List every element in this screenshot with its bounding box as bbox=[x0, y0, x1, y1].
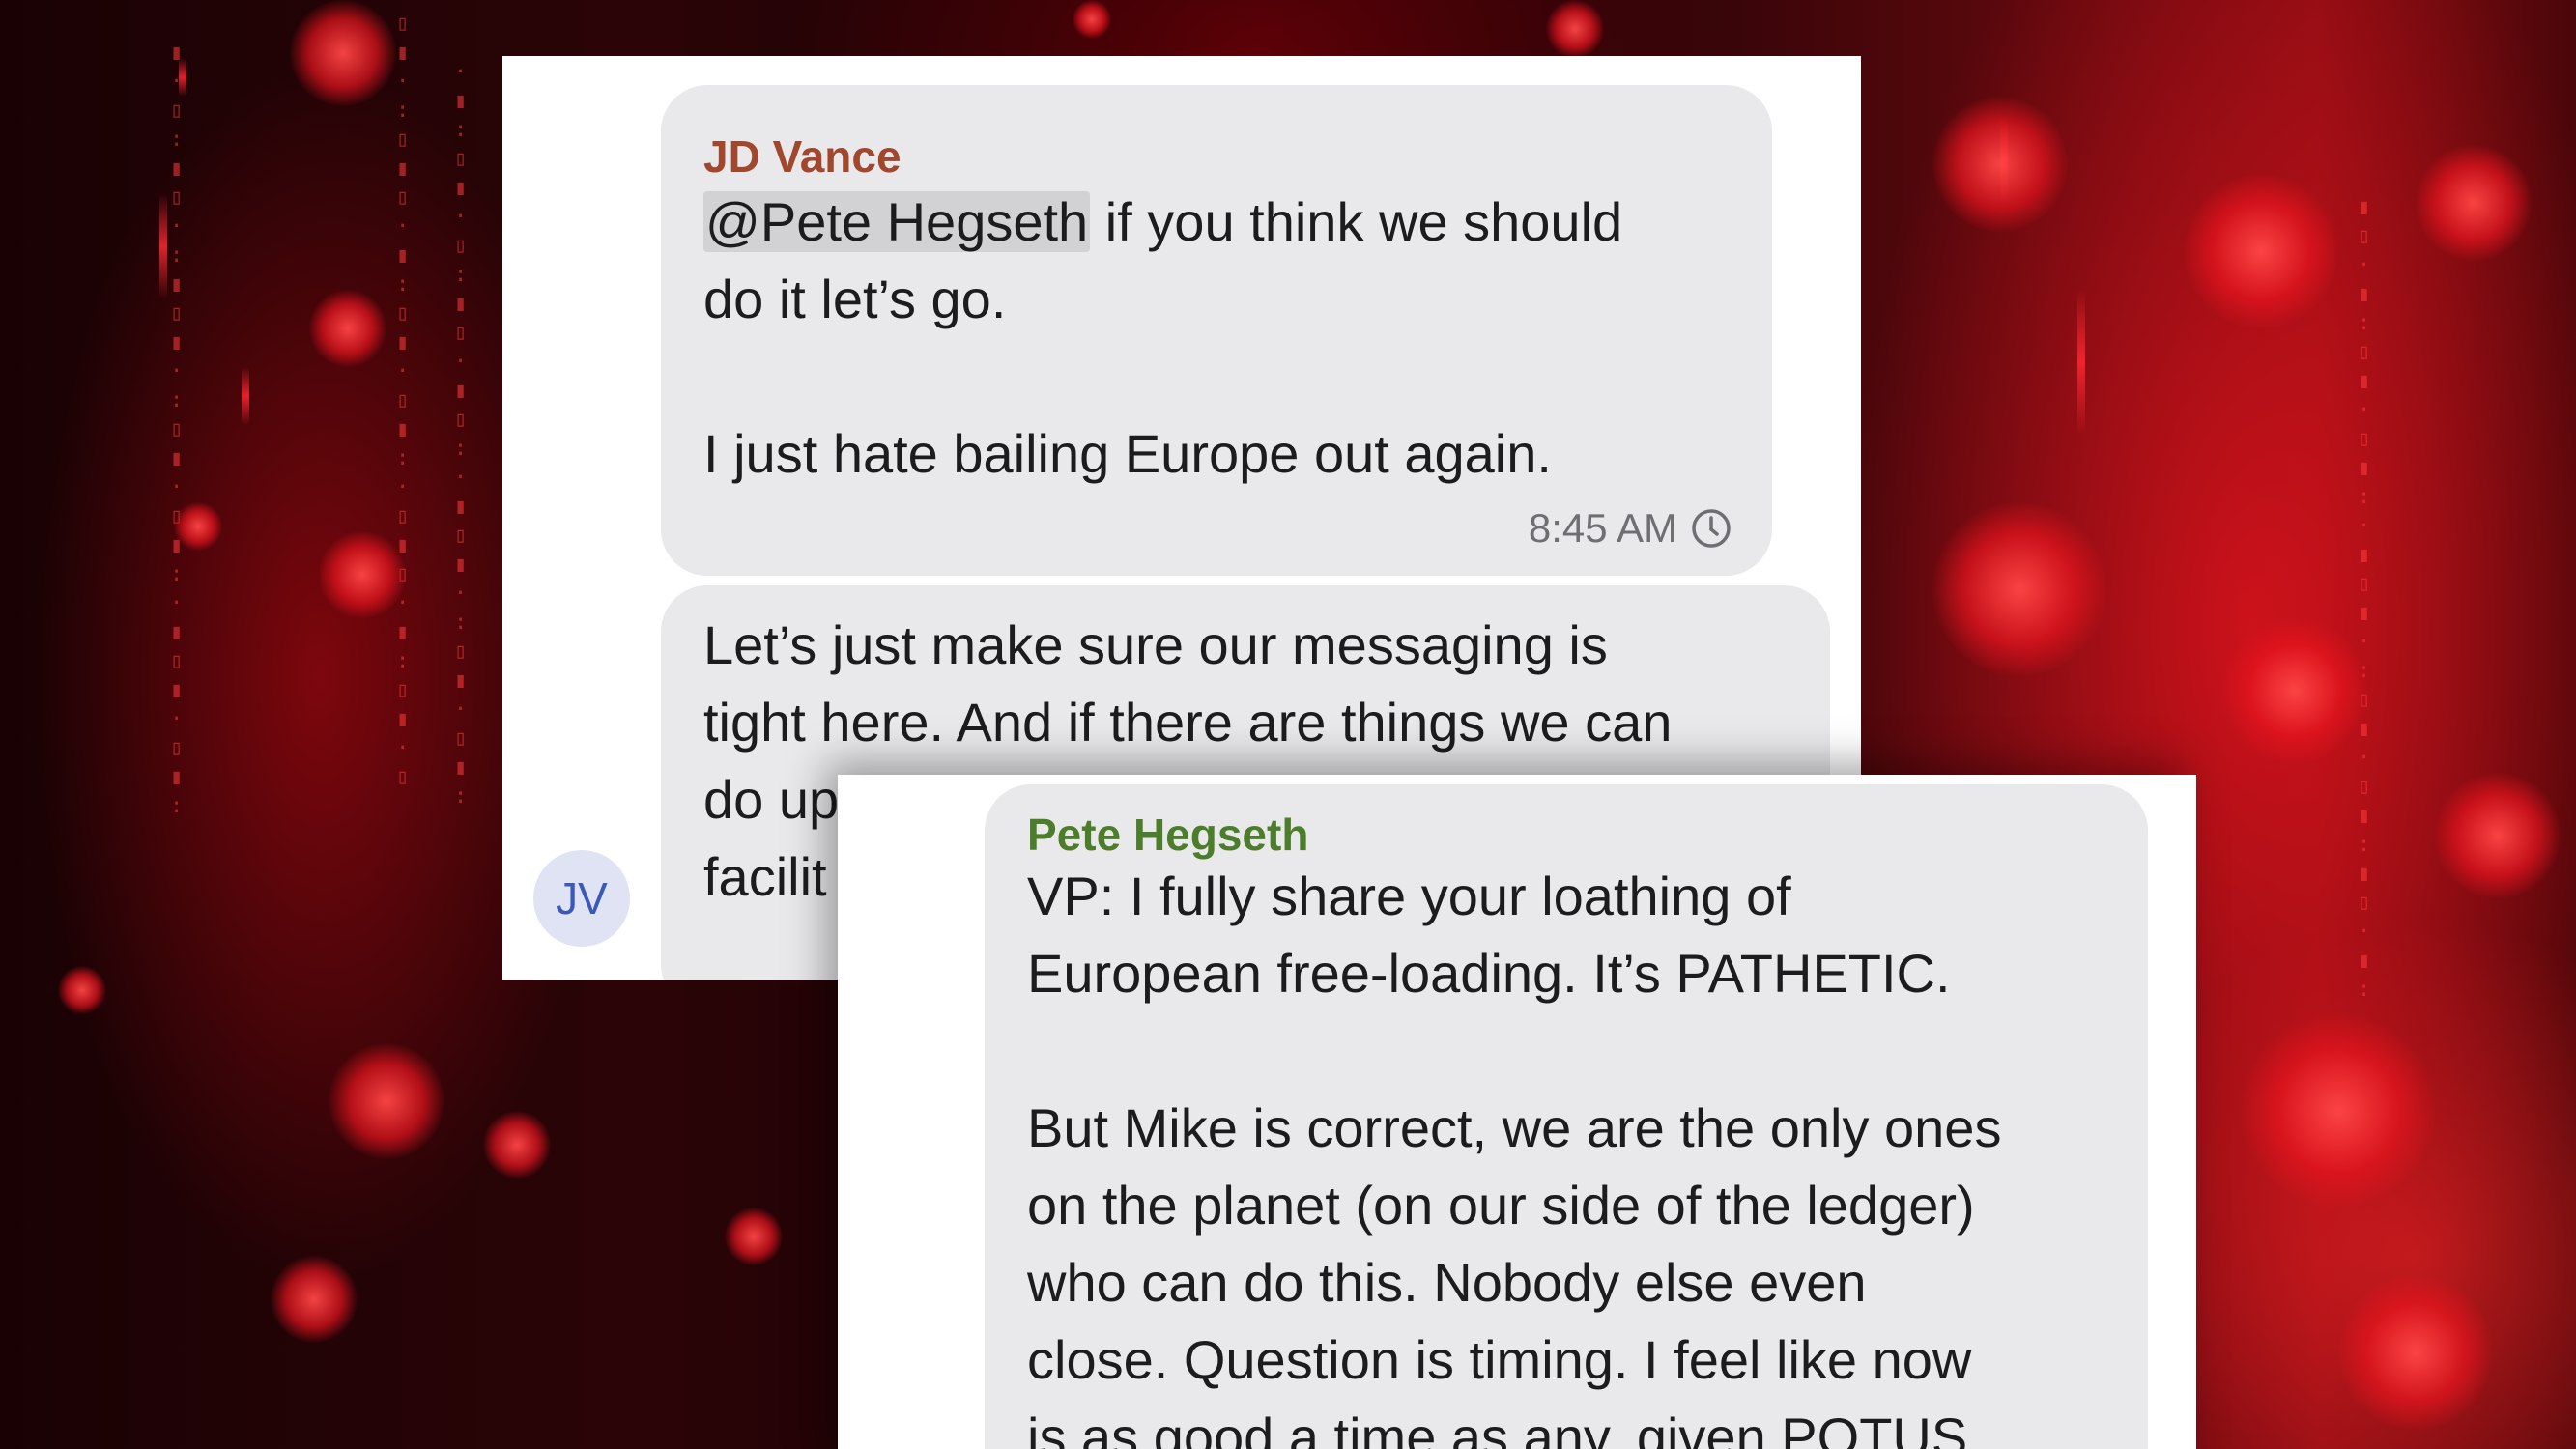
message-line: on the planet (on our side of the ledger… bbox=[1027, 1175, 1975, 1236]
message-line: I just hate bailing Europe out again. bbox=[703, 423, 1552, 484]
background-bokeh bbox=[58, 966, 106, 1014]
sender-name: JD Vance bbox=[703, 131, 902, 182]
avatar[interactable]: JV bbox=[533, 850, 630, 947]
message-line: VP: I fully share your loathing of bbox=[1027, 866, 1791, 926]
message-text: @Pete Hegseth if you think we should do … bbox=[703, 184, 1730, 493]
message-bubble: JD Vance @Pete Hegseth if you think we s… bbox=[661, 85, 1772, 576]
background-red-code: ▮ · ▯ : ▮ ▯ · : ▮ ▯ ▮ · : ▯ ▮ · ▯ ▮ : · … bbox=[0, 0, 2576, 1449]
background-bokeh bbox=[1073, 0, 1111, 39]
message-line: is as good a time as any, given POTUS bbox=[1027, 1406, 1968, 1449]
background-bokeh bbox=[2242, 1014, 2435, 1208]
message-meta: 8:45 AM bbox=[1529, 504, 1732, 553]
clock-icon bbox=[1692, 509, 1731, 548]
message-line: who can do this. Nobody else even bbox=[1027, 1252, 1867, 1313]
message-line: tight here. And if there are things we c… bbox=[703, 692, 1673, 753]
background-streak bbox=[2077, 290, 2085, 435]
background-bokeh bbox=[174, 502, 222, 551]
timestamp: 8:45 AM bbox=[1528, 505, 1677, 551]
message-line: Let’s just make sure our messaging is bbox=[703, 614, 1608, 675]
background-bokeh bbox=[1546, 0, 1604, 58]
background-bokeh bbox=[290, 0, 396, 106]
message-line: European free-loading. It’s PATHETIC. bbox=[1027, 943, 1951, 1004]
mention[interactable]: @Pete Hegseth bbox=[703, 191, 1091, 252]
message-line: close. Question is timing. I feel like n… bbox=[1027, 1329, 1972, 1390]
background-bokeh bbox=[2416, 145, 2532, 261]
background-streak bbox=[179, 58, 186, 97]
background-bokeh bbox=[329, 1043, 444, 1159]
sender-name: Pete Hegseth bbox=[1027, 810, 1309, 860]
message-line: But Mike is correct, we are the only one… bbox=[1027, 1097, 2002, 1158]
background-bokeh bbox=[1932, 502, 2106, 676]
background-bokeh bbox=[2338, 1275, 2493, 1430]
background-bokeh bbox=[309, 290, 386, 367]
background-glyphs: ▮ · ▯ : ▮ ▯ · : ▮ ▯ ▮ · : ▯ ▮ · ▯ ▮ : · … bbox=[170, 41, 184, 818]
background-glyphs: · ▮ : ▯ ▮ · ▯ : ▮ ▯ · ▮ ▯ : · ▮ ▯ ▮ · : … bbox=[454, 60, 468, 809]
message-line: if you think we should bbox=[1090, 191, 1623, 252]
background-glyphs: ▯ ▮ · : ▯ ▮ ▯ · ▮ : ▯ ▮ · ▯ ▮ : · ▯ ▮ ▯ … bbox=[396, 12, 410, 789]
message-bubble: Pete Hegseth VP: I fully share your loat… bbox=[985, 784, 2148, 1449]
message-text: VP: I fully share your loathing of Europ… bbox=[1027, 858, 2129, 1449]
message-line: do it let’s go. bbox=[703, 269, 1007, 329]
background-bokeh bbox=[2184, 174, 2338, 328]
background-bokeh bbox=[319, 531, 406, 618]
background-bokeh bbox=[271, 1256, 358, 1343]
background-bokeh bbox=[725, 1208, 783, 1265]
background-bokeh bbox=[483, 1111, 551, 1179]
background-bokeh bbox=[2222, 618, 2367, 763]
background-streak bbox=[242, 367, 249, 425]
background-bokeh bbox=[1932, 97, 2068, 232]
screenshot-card-pete-hegseth: Pete Hegseth VP: I fully share your loat… bbox=[838, 775, 2196, 1449]
background-streak bbox=[159, 193, 167, 299]
background-bokeh bbox=[2435, 773, 2561, 898]
